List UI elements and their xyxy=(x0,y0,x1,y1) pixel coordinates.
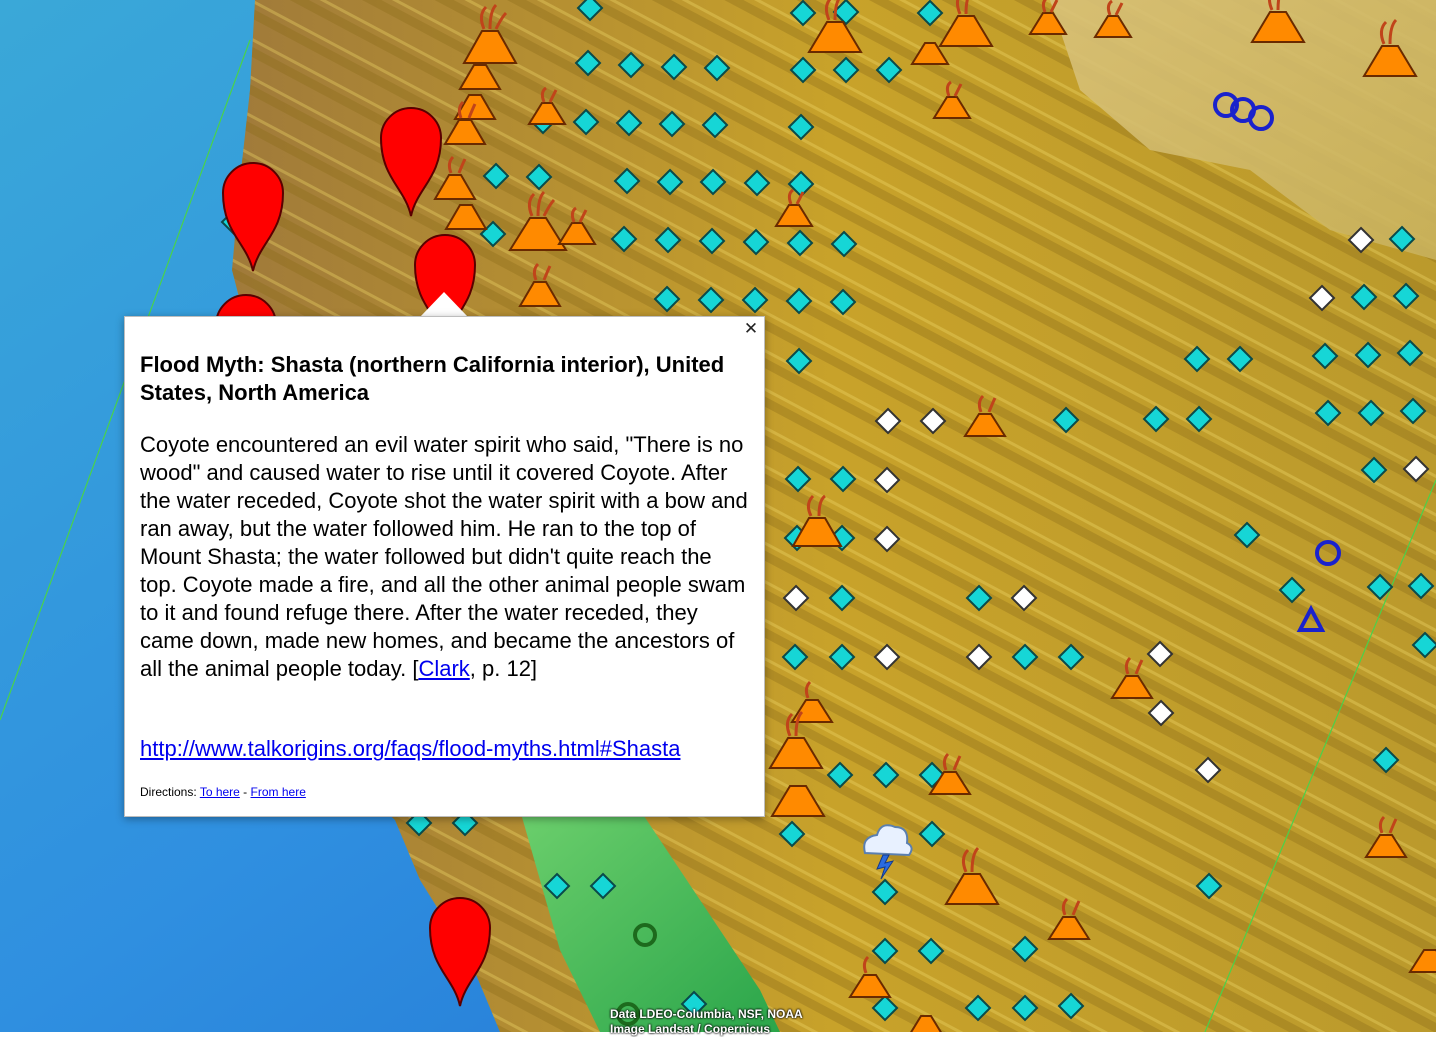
popup-description: Coyote encountered an evil water spirit … xyxy=(140,431,752,683)
directions-separator: - xyxy=(239,785,251,799)
close-icon[interactable]: ✕ xyxy=(742,319,760,339)
directions-to-here-link[interactable]: To here xyxy=(200,785,240,799)
source-url-link[interactable]: http://www.talkorigins.org/faqs/flood-my… xyxy=(140,735,680,763)
directions-label: Directions: xyxy=(140,785,200,799)
attribution-imagery-line: Image Landsat / Copernicus xyxy=(610,1022,771,1036)
map-attribution: Data LDEO-Columbia, NSF, NOAA Image Land… xyxy=(610,1007,830,1037)
clark-link[interactable]: Clark xyxy=(418,656,469,681)
attribution-data-line: Data LDEO-Columbia, NSF, NOAA xyxy=(610,1007,803,1021)
directions-from-here-link[interactable]: From here xyxy=(251,785,306,799)
popup-title: Flood Myth: Shasta (northern California … xyxy=(140,352,725,405)
popup-description-text: Coyote encountered an evil water spirit … xyxy=(140,432,748,681)
popup-description-tail: , p. 12] xyxy=(469,656,538,681)
info-popup: ✕ Flood Myth: Shasta (northern Californi… xyxy=(124,316,765,817)
popup-tail xyxy=(420,292,468,317)
directions: Directions: To here - From here xyxy=(140,785,306,799)
